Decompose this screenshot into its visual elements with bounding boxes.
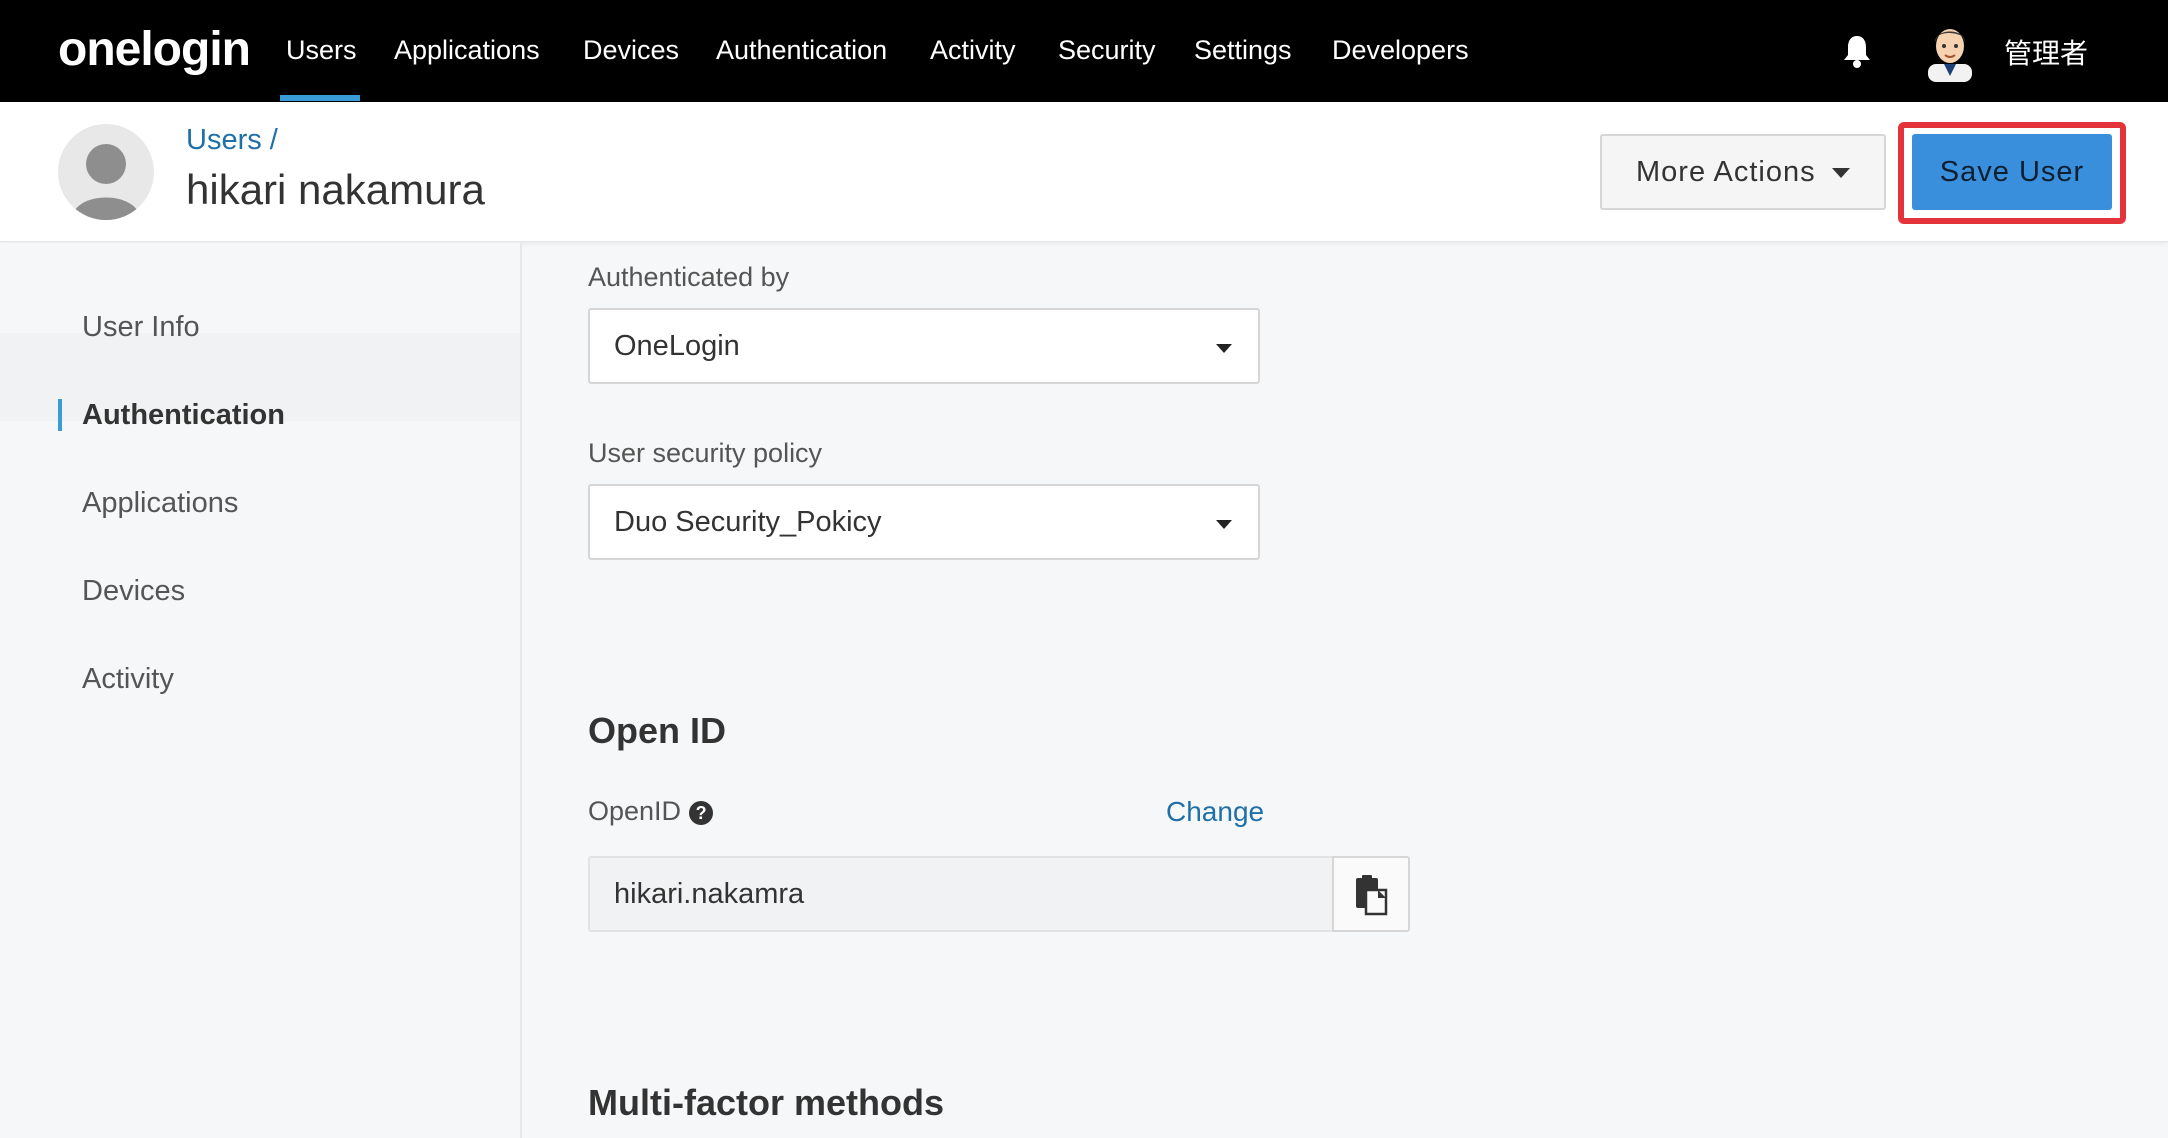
user-header: Users / hikari nakamura More Actions Sav… xyxy=(0,102,2168,242)
nav-item-security[interactable]: Security xyxy=(1058,34,1156,66)
top-navigation-bar: onelogin Users Applications Devices Auth… xyxy=(0,0,2168,102)
caret-down-icon xyxy=(1832,168,1850,178)
nav-item-activity[interactable]: Activity xyxy=(930,34,1016,66)
caret-down-icon xyxy=(1216,520,1232,529)
authenticated-by-select[interactable]: OneLogin xyxy=(588,308,1260,384)
nav-item-developers[interactable]: Developers xyxy=(1332,34,1469,66)
authenticated-by-label: Authenticated by xyxy=(588,262,790,292)
page-title: hikari nakamura xyxy=(186,166,485,213)
bell-icon[interactable] xyxy=(1842,33,1872,69)
more-actions-label: More Actions xyxy=(1636,155,1816,188)
sidebar-item-activity[interactable]: Activity xyxy=(82,663,174,696)
onelogin-logo[interactable]: onelogin xyxy=(58,22,251,77)
person-icon xyxy=(72,144,140,220)
security-policy-label: User security policy xyxy=(588,438,823,468)
copy-openid-button[interactable] xyxy=(1332,856,1410,932)
caret-down-icon xyxy=(1216,344,1232,353)
nav-item-settings[interactable]: Settings xyxy=(1194,34,1292,66)
openid-value: hikari.nakamra xyxy=(614,877,805,910)
save-user-button[interactable]: Save User xyxy=(1912,134,2112,210)
admin-name[interactable]: 管理者 xyxy=(2004,32,2088,72)
openid-value-field[interactable]: hikari.nakamra xyxy=(588,856,1334,932)
nav-item-devices[interactable]: Devices xyxy=(583,34,679,66)
openid-section-title: Open ID xyxy=(588,710,727,751)
sidebar-item-applications[interactable]: Applications xyxy=(82,487,238,520)
sidebar-active-indicator xyxy=(58,399,62,431)
nav-active-indicator xyxy=(280,95,360,101)
sidebar-item-authentication[interactable]: Authentication xyxy=(82,399,285,432)
security-policy-select[interactable]: Duo Security_Pokicy xyxy=(588,484,1260,560)
sidebar-item-user-info[interactable]: User Info xyxy=(82,311,200,344)
clipboard-copy-icon xyxy=(1356,875,1388,916)
admin-avatar-icon[interactable] xyxy=(1924,20,1976,82)
nav-item-authentication[interactable]: Authentication xyxy=(716,34,887,66)
breadcrumb-users[interactable]: Users / xyxy=(186,124,278,157)
openid-change-link[interactable]: Change xyxy=(1166,796,1264,828)
sidebar-item-devices[interactable]: Devices xyxy=(82,575,185,608)
openid-field-label: OpenID? xyxy=(588,796,714,827)
authenticated-by-value: OneLogin xyxy=(614,329,740,362)
nav-item-users[interactable]: Users xyxy=(286,34,357,66)
user-avatar xyxy=(58,124,154,220)
openid-label-text: OpenID xyxy=(588,796,682,826)
nav-item-applications[interactable]: Applications xyxy=(394,34,540,66)
mfa-section-title: Multi-factor methods xyxy=(588,1082,944,1123)
user-sidebar: User Info Authentication Applications De… xyxy=(0,243,522,1138)
more-actions-button[interactable]: More Actions xyxy=(1600,134,1886,210)
question-circle-icon[interactable]: ? xyxy=(689,800,714,825)
security-policy-value: Duo Security_Pokicy xyxy=(614,505,882,538)
